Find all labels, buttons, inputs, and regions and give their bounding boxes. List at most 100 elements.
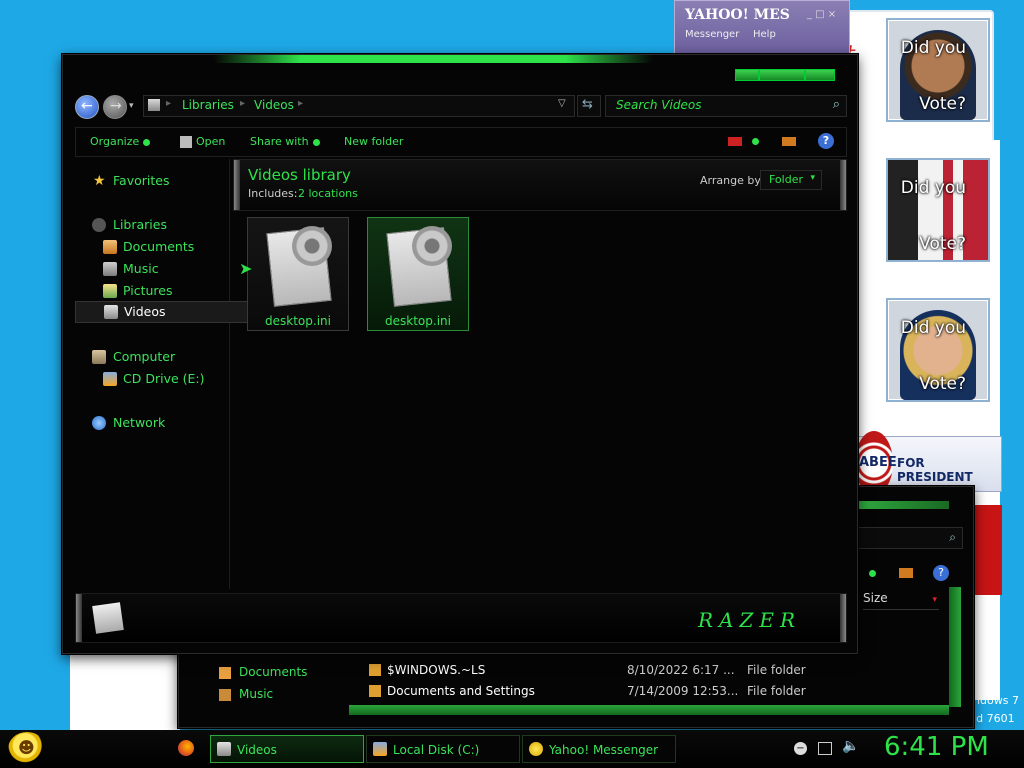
organize-label: Organize xyxy=(90,135,140,148)
videos-icon xyxy=(217,742,231,756)
yahoo-menu-help[interactable]: Help xyxy=(753,29,776,40)
nav-libraries[interactable]: Libraries xyxy=(75,215,229,235)
razer-logo: RAZER xyxy=(698,608,802,632)
row-name: Documents and Settings xyxy=(387,684,535,698)
breadcrumb-libraries[interactable]: Libraries xyxy=(182,98,234,112)
mail-icon xyxy=(899,568,913,578)
breadcrumb-separator-icon: ▸ xyxy=(166,98,172,109)
search-box[interactable]: Search Videos ⌕ xyxy=(605,95,847,117)
green-dot-icon[interactable] xyxy=(752,138,759,145)
arrange-by-value: Folder xyxy=(769,173,803,186)
nav-pictures[interactable]: Pictures xyxy=(75,281,229,301)
vote-card-line2: Vote? xyxy=(919,234,966,254)
back-button[interactable]: ← xyxy=(75,95,99,119)
share-with-button[interactable]: Share with xyxy=(250,128,320,156)
row-date: 8/10/2022 6:17 ... xyxy=(627,663,735,677)
volume-icon[interactable]: 🔈 xyxy=(842,738,859,754)
search-icon[interactable]: ⌕ xyxy=(833,97,840,112)
title-controls[interactable] xyxy=(859,501,949,509)
nav-item-music[interactable]: Music xyxy=(219,687,273,701)
new-folder-button[interactable]: New folder xyxy=(344,128,403,156)
start-button[interactable]: ☻ xyxy=(8,732,46,766)
taskbar-button-yahoo[interactable]: Yahoo! Messenger xyxy=(522,735,676,763)
yahoo-messenger-window[interactable]: YAHOO! MES _ □ × Messenger Help xyxy=(674,0,850,58)
vertical-scrollbar[interactable] xyxy=(949,587,961,707)
vote-card-line1: Did you xyxy=(900,178,966,198)
details-right-bar xyxy=(840,594,846,642)
firefox-icon[interactable] xyxy=(178,740,194,756)
vote-card-clinton: Did you Vote? xyxy=(886,298,990,402)
address-dropdown-icon[interactable]: ▽ xyxy=(558,98,566,109)
yahoo-menu-messenger[interactable]: Messenger xyxy=(685,29,739,40)
nav-network[interactable]: Network xyxy=(75,413,229,433)
tray-minus-icon[interactable]: − xyxy=(794,742,807,755)
open-label: Open xyxy=(196,135,226,148)
refresh-icon: ⇆ xyxy=(582,97,593,112)
breadcrumb-separator-icon: ▸ xyxy=(240,98,246,109)
column-header-size[interactable]: Size ▾ xyxy=(863,591,939,610)
details-left-bar xyxy=(76,594,82,642)
libraries-icon xyxy=(92,218,106,232)
breadcrumb-videos[interactable]: Videos xyxy=(254,98,294,112)
nav-computer[interactable]: Computer xyxy=(75,347,229,367)
computer-icon xyxy=(92,350,106,364)
nav-documents[interactable]: Documents xyxy=(75,237,229,257)
nav-pictures-label: Pictures xyxy=(123,283,173,298)
forward-button[interactable]: → xyxy=(103,95,127,119)
taskbar: ☻ Videos Local Disk (C:) Yahoo! Messenge… xyxy=(0,730,1024,768)
mouse-cursor-icon: ➤ xyxy=(239,259,253,278)
nav-favorites-label: Favorites xyxy=(113,173,170,188)
chevron-down-icon: ▾ xyxy=(810,173,815,183)
desktop-white-area-left xyxy=(70,650,180,730)
campaign-banner: ABEE FOR PRESIDENT xyxy=(852,431,1002,495)
star-icon: ★ xyxy=(93,173,106,189)
minimize-button[interactable] xyxy=(735,69,759,81)
file-list: $WINDOWS.~LS 8/10/2022 6:17 ... File fol… xyxy=(365,662,955,707)
explorer-window-videos[interactable]: ← → ▾ ▸ Libraries ▸ Videos ▸ ▽ ⇆ Search … xyxy=(62,54,858,654)
nav-cd-drive[interactable]: CD Drive (E:) xyxy=(75,369,229,389)
clock[interactable]: 6:41 PM xyxy=(884,732,989,762)
nav-favorites[interactable]: ★ Favorites xyxy=(75,171,229,191)
nav-music[interactable]: Music xyxy=(75,259,229,279)
close-button[interactable] xyxy=(805,69,835,81)
sort-arrow-icon: ▾ xyxy=(932,595,937,605)
file-item[interactable]: desktop.ini xyxy=(247,217,349,331)
drive-icon xyxy=(373,742,387,756)
help-icon[interactable]: ? xyxy=(933,565,949,581)
network-tray-icon[interactable] xyxy=(818,742,832,755)
nav-item-documents[interactable]: Documents xyxy=(219,665,307,679)
view-options-icon[interactable] xyxy=(728,137,742,146)
window-controls xyxy=(735,69,835,81)
gear-icon xyxy=(412,226,452,266)
preview-pane-icon[interactable] xyxy=(782,137,796,146)
breadcrumb-separator-icon: ▸ xyxy=(298,98,304,109)
open-button[interactable]: Open xyxy=(180,128,225,156)
address-bar[interactable]: ▸ Libraries ▸ Videos ▸ ▽ xyxy=(143,95,575,117)
taskbar-button-local-disk[interactable]: Local Disk (C:) xyxy=(366,735,520,763)
arrange-by-dropdown[interactable]: Folder ▾ xyxy=(760,170,822,190)
refresh-button[interactable]: ⇆ xyxy=(577,95,601,117)
arrange-by-label: Arrange by: xyxy=(700,174,764,187)
videos-icon xyxy=(104,305,118,319)
banner-subtitle: FOR PRESIDENT xyxy=(897,456,973,484)
taskbar-button-videos[interactable]: Videos xyxy=(210,735,364,763)
yahoo-window-controls[interactable]: _ □ × xyxy=(807,9,836,20)
row-date: 7/14/2009 12:53... xyxy=(627,684,739,698)
smiley-icon: ☻ xyxy=(18,738,35,757)
horizontal-scrollbar[interactable] xyxy=(349,705,949,715)
yahoo-smiley-icon xyxy=(529,742,543,756)
search-icon: ⌕ xyxy=(949,530,956,544)
search-input[interactable]: Search Videos xyxy=(616,98,701,112)
organize-button[interactable]: Organize xyxy=(90,128,151,156)
locations-link[interactable]: 2 locations xyxy=(298,187,358,200)
nav-cd-drive-label: CD Drive (E:) xyxy=(123,371,205,386)
file-item[interactable]: desktop.ini xyxy=(367,217,469,331)
help-icon[interactable]: ? xyxy=(818,133,834,149)
vote-card-line2: Vote? xyxy=(919,374,966,394)
history-dropdown-icon[interactable]: ▾ xyxy=(129,101,134,111)
details-pane: RAZER xyxy=(75,593,847,643)
nav-label: Documents xyxy=(239,665,308,679)
maximize-button[interactable] xyxy=(759,69,805,81)
taskbar-label: Yahoo! Messenger xyxy=(549,743,659,757)
includes-label: Includes: xyxy=(248,187,298,200)
